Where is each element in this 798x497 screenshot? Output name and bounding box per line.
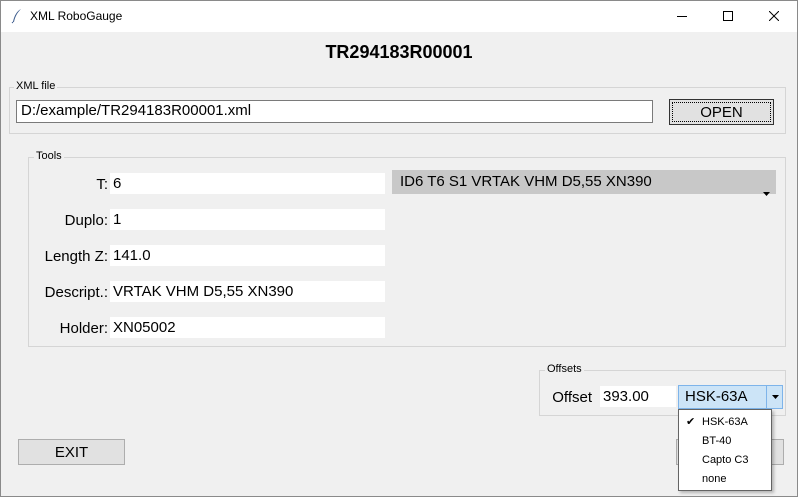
dropdown-option[interactable]: ✔ HSK-63A [679, 413, 771, 432]
dropdown-option[interactable]: BT-40 [679, 432, 771, 451]
holder-type-combobox[interactable]: HSK-63A [678, 385, 783, 409]
duplo-label: Duplo: [64, 212, 108, 229]
close-button[interactable] [751, 0, 797, 32]
minimize-button[interactable] [659, 0, 705, 32]
description-label: Descript.: [44, 284, 108, 301]
offset-label: Offset [552, 389, 592, 406]
tool-selector-combobox[interactable]: ID6 T6 S1 VRTAK VHM D5,55 XN390 [392, 170, 776, 196]
chevron-down-icon[interactable] [763, 180, 770, 204]
title-bar[interactable]: XML RoboGauge [0, 0, 798, 32]
tool-selector-value: ID6 T6 S1 VRTAK VHM D5,55 XN390 [400, 173, 652, 190]
chevron-down-icon[interactable] [766, 386, 783, 408]
length-z-label: Length Z: [44, 248, 108, 265]
maximize-button[interactable] [705, 0, 751, 32]
duplo-field[interactable]: 1 [110, 209, 385, 230]
checkmark-icon: ✔ [686, 416, 696, 428]
holder-field[interactable]: XN05002 [110, 317, 385, 338]
offset-value-field[interactable]: 393.00 [600, 386, 676, 407]
minimize-icon [677, 11, 687, 21]
page-title: TR294183R00001 [325, 42, 473, 62]
offsets-group-label: Offsets [545, 363, 584, 375]
description-field[interactable]: VRTAK VHM D5,55 XN390 [110, 281, 385, 302]
dropdown-option[interactable]: Capto C3 [679, 451, 771, 470]
dropdown-option[interactable]: none [679, 470, 771, 489]
t-field[interactable]: 6 [110, 173, 385, 194]
tools-group-label: Tools [34, 150, 64, 162]
window-title: XML RoboGauge [30, 9, 123, 23]
holder-label: Holder: [59, 320, 108, 337]
xml-file-group-label: XML file [14, 80, 58, 92]
close-icon [769, 11, 779, 21]
t-label: T: [96, 176, 108, 193]
holder-type-value: HSK-63A [685, 388, 748, 405]
maximize-icon [723, 11, 733, 21]
xml-path-input[interactable]: D:/example/TR294183R00001.xml [16, 100, 653, 123]
feather-icon [9, 8, 25, 24]
length-z-field[interactable]: 141.0 [110, 245, 385, 266]
open-button[interactable]: OPEN [669, 99, 774, 125]
exit-button[interactable]: EXIT [18, 439, 125, 465]
holder-type-dropdown: ✔ HSK-63A BT-40 Capto C3 none [678, 409, 772, 491]
